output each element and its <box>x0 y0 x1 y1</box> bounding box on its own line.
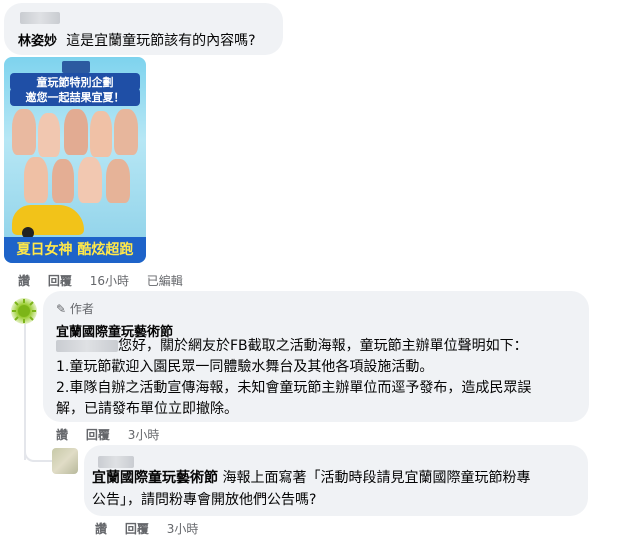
reply-actions: 讚 回覆 3小時 <box>95 520 212 537</box>
poster-figure <box>12 109 36 155</box>
reply-line: 公告」，請問粉專會開放他們公告嗎? <box>92 492 317 508</box>
poster-title-line2: 邀您一起喆果宜夏！ <box>10 88 140 106</box>
timestamp[interactable]: 16小時 <box>90 274 129 288</box>
reply-actions: 讚 回覆 3小時 <box>56 426 173 443</box>
poster-figure <box>52 159 74 203</box>
poster-figure <box>64 109 88 155</box>
poster-logo <box>62 61 90 73</box>
poster-figure <box>24 157 48 203</box>
author-badge: 作者 <box>69 302 94 316</box>
reply-button[interactable]: 回覆 <box>125 522 149 536</box>
comment-actions: 讚 回覆 16小時 已編輯 <box>18 272 197 289</box>
edited-label: 已編輯 <box>146 274 183 288</box>
poster-figure <box>90 111 112 157</box>
comment-bubble: 林姿妙 這是宜蘭童玩節該有的內容嗎? <box>4 3 283 55</box>
sun-logo-icon <box>12 299 36 323</box>
poster-figure <box>114 109 138 155</box>
mention-link[interactable]: 宜蘭國際童玩藝術節 <box>92 470 218 486</box>
poster-car <box>12 205 84 239</box>
pencil-icon: ✎ <box>56 302 67 316</box>
timestamp[interactable]: 3小時 <box>167 522 199 536</box>
thread-line <box>24 320 26 460</box>
reply-line: 2.車隊自辦之活動宣傳海報，未知會童玩節主辦單位而逕予發布，造成民眾誤 <box>56 380 532 396</box>
reply-line: 海報上面寫著「活動時段請見宜蘭國際童玩節粉專 <box>222 470 531 486</box>
thread-branch <box>24 446 52 462</box>
like-button[interactable]: 讚 <box>95 522 107 536</box>
reply-button[interactable]: 回覆 <box>86 428 110 442</box>
like-button[interactable]: 讚 <box>56 428 68 442</box>
reply-button[interactable]: 回覆 <box>48 274 72 288</box>
reply-line: 1.童玩節歡迎入園民眾一同體驗水舞台及其他各項設施活動。 <box>56 359 434 375</box>
reply-line: 您好，關於網友於FB截取之活動海報，童玩節主辦單位聲明如下： <box>118 338 528 354</box>
timestamp[interactable]: 3小時 <box>128 428 160 442</box>
reply-bubble: 宜蘭國際童玩藝術節 海報上面寫著「活動時段請見宜蘭國際童玩節粉專 公告」，請問粉… <box>84 445 588 516</box>
poster-banner: 夏日女神 酷炫超跑 <box>4 237 146 263</box>
comment-text: 這是宜蘭童玩節該有的內容嗎? <box>66 33 256 49</box>
poster-figure <box>38 113 60 157</box>
user-avatar[interactable] <box>52 448 78 474</box>
poster-figure <box>106 159 130 203</box>
poster-figure <box>78 157 102 203</box>
like-button[interactable]: 讚 <box>18 274 30 288</box>
page-avatar[interactable] <box>11 298 37 324</box>
comment-author[interactable]: 林姿妙 <box>18 34 57 49</box>
redacted-mention <box>56 340 118 352</box>
reply-bubble: ✎ 作者 宜蘭國際童玩藝術節 您好，關於網友於FB截取之活動海報，童玩節主辦單位… <box>43 291 589 422</box>
reply-line: 解，已請發布單位立即撤除。 <box>56 401 238 417</box>
poster-image[interactable]: 童玩節特別企劃 邀您一起喆果宜夏！ 夏日女神 酷炫超跑 <box>4 57 146 263</box>
redacted-name <box>20 12 60 24</box>
